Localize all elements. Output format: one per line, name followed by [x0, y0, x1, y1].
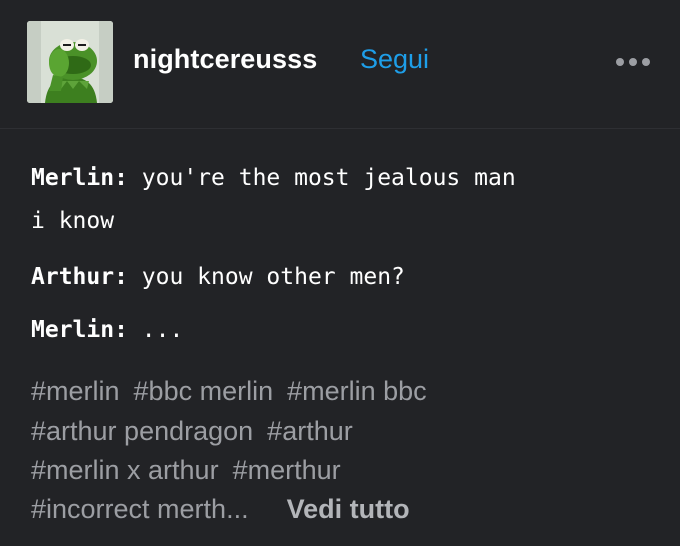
username[interactable]: nightcereusss — [133, 44, 317, 75]
tag-link[interactable]: #bbc merlin — [134, 376, 274, 406]
tag-link[interactable]: #incorrect merth... — [31, 494, 249, 524]
speaker-name: Merlin: — [31, 317, 128, 343]
tag-link[interactable]: #merlin bbc — [287, 376, 427, 406]
ellipsis-icon — [616, 58, 650, 66]
tag-row: #merlin #bbc merlin #merlin bbc — [31, 376, 441, 407]
tag-link[interactable]: #merlin — [31, 376, 120, 406]
dialogue-line: Arthur: you know other men? — [31, 264, 405, 290]
dialogue-text: you're the most jealous man — [141, 165, 516, 191]
avatar[interactable] — [27, 21, 113, 103]
dialogue-line: Merlin: ... — [31, 317, 183, 343]
speaker-name: Arthur: — [31, 264, 128, 290]
dialogue-text: i know — [31, 208, 115, 234]
dialogue-text: ... — [141, 317, 184, 343]
tag-link[interactable]: #arthur — [267, 416, 353, 446]
dialogue-line-continuation: i know — [31, 208, 114, 234]
post-header: nightcereusss Segui — [0, 0, 680, 129]
follow-button[interactable]: Segui — [360, 44, 429, 75]
tag-link[interactable]: #arthur pendragon — [31, 416, 253, 446]
post-card: nightcereusss Segui Merlin: you're the m… — [0, 0, 680, 546]
tag-link[interactable]: #merlin x arthur — [31, 455, 219, 485]
dialogue-text: you know other men? — [141, 264, 405, 290]
dialogue-line: Merlin: you're the most jealous man — [31, 165, 516, 191]
speaker-name: Merlin: — [31, 165, 128, 191]
kermit-avatar-icon — [27, 21, 113, 103]
tag-link[interactable]: #merthur — [233, 455, 341, 485]
see-all-tags-button[interactable]: Vedi tutto — [287, 494, 410, 524]
tag-row: #incorrect merth... Vedi tutto — [31, 494, 410, 525]
tag-row: #arthur pendragon #arthur — [31, 416, 367, 447]
more-options-button[interactable] — [612, 52, 654, 72]
tag-row: #merlin x arthur #merthur — [31, 455, 355, 486]
